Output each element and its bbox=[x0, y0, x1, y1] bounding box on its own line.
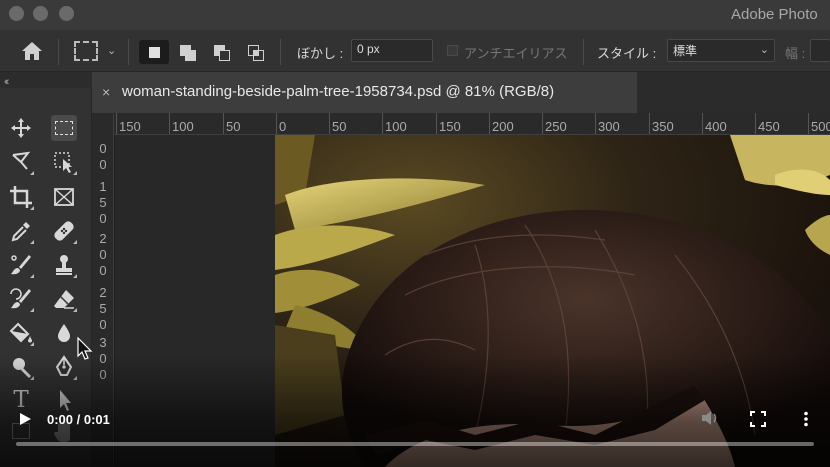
intersect-selection-button[interactable] bbox=[241, 40, 271, 64]
ruler-label: 300 bbox=[598, 119, 620, 134]
ruler-digit: 0 bbox=[99, 211, 107, 226]
ruler-label: 0 bbox=[279, 119, 287, 134]
feather-input[interactable]: 0 px bbox=[351, 39, 433, 62]
play-icon[interactable] bbox=[18, 412, 32, 426]
ruler-label: 350 bbox=[652, 119, 674, 134]
document-tab-title: woman-standing-beside-palm-tree-1958734.… bbox=[122, 83, 555, 100]
ruler-label: 150 bbox=[119, 119, 141, 134]
fullscreen-icon[interactable] bbox=[750, 411, 766, 427]
width-label: 幅 : bbox=[785, 46, 806, 61]
horizontal-ruler: 150 100 50 0 50 100 150 200 250 300 350 … bbox=[92, 113, 830, 135]
ruler-label: 150 bbox=[439, 119, 461, 134]
separator bbox=[128, 39, 129, 65]
ruler-digit: 0 bbox=[99, 247, 107, 262]
app-title: Adobe Photo bbox=[731, 6, 818, 23]
ruler-digit: 0 bbox=[99, 317, 107, 332]
antialias-label: アンチエイリアス bbox=[464, 46, 568, 61]
separator bbox=[280, 39, 281, 65]
ruler-digit: 1 bbox=[99, 179, 107, 194]
ruler-label: 50 bbox=[226, 119, 241, 134]
separator bbox=[583, 39, 584, 65]
add-to-selection-button[interactable] bbox=[173, 40, 203, 64]
width-input[interactable] bbox=[810, 39, 830, 62]
document-tab[interactable]: × woman-standing-beside-palm-tree-195873… bbox=[92, 72, 637, 113]
style-select[interactable]: 標準 ⌄ bbox=[667, 39, 775, 62]
antialias-checkbox[interactable] bbox=[447, 45, 458, 56]
video-progress-bar[interactable] bbox=[16, 442, 814, 446]
ruler-label: 500 bbox=[811, 119, 830, 134]
style-select-value: 標準 bbox=[673, 44, 698, 58]
new-selection-button[interactable] bbox=[139, 40, 169, 64]
ruler-digit: 0 bbox=[99, 157, 107, 172]
home-icon[interactable] bbox=[20, 40, 44, 62]
close-window-button[interactable] bbox=[9, 6, 24, 21]
document-tab-bar: × woman-standing-beside-palm-tree-195873… bbox=[92, 72, 830, 113]
chevron-down-icon: ⌄ bbox=[759, 44, 769, 56]
ruler-digit: 2 bbox=[99, 285, 107, 300]
ruler-digit: 0 bbox=[99, 141, 107, 156]
zoom-window-button[interactable] bbox=[59, 6, 74, 21]
separator bbox=[58, 39, 59, 65]
ruler-digit: 5 bbox=[99, 301, 107, 316]
volume-icon[interactable] bbox=[701, 410, 721, 426]
ruler-label: 200 bbox=[492, 119, 514, 134]
ruler-digit: 0 bbox=[99, 263, 107, 278]
minimize-window-button[interactable] bbox=[33, 6, 48, 21]
subtract-from-selection-button[interactable] bbox=[207, 40, 237, 64]
ruler-digit: 3 bbox=[99, 335, 107, 350]
marquee-preset-icon[interactable] bbox=[74, 41, 98, 61]
video-timecode: 0:00 / 0:01 bbox=[47, 412, 110, 427]
options-bar: ⌄ ぼかし : 0 px アンチエイリアス スタイル : 標準 ⌄ 幅 : bbox=[0, 30, 830, 72]
title-bar: Adobe Photo bbox=[0, 0, 830, 30]
chevron-down-icon[interactable]: ⌄ bbox=[107, 44, 116, 57]
ruler-label: 100 bbox=[172, 119, 194, 134]
move-tool-icon[interactable] bbox=[8, 115, 34, 141]
ruler-label: 250 bbox=[545, 119, 567, 134]
frame-tool-icon[interactable] bbox=[51, 184, 77, 210]
more-options-icon[interactable] bbox=[800, 411, 812, 427]
ruler-label: 450 bbox=[758, 119, 780, 134]
ruler-label: 50 bbox=[332, 119, 347, 134]
ruler-digit: 5 bbox=[99, 195, 107, 210]
blur-tool-icon[interactable] bbox=[51, 320, 77, 346]
ruler-label: 400 bbox=[705, 119, 727, 134]
ruler-label: 100 bbox=[385, 119, 407, 134]
rectangular-marquee-tool-icon[interactable] bbox=[51, 115, 77, 141]
close-tab-icon[interactable]: × bbox=[102, 84, 110, 100]
feather-label: ぼかし : bbox=[297, 46, 344, 61]
ruler-digit: 2 bbox=[99, 231, 107, 246]
style-label: スタイル : bbox=[597, 46, 657, 61]
collapse-panel-icon[interactable]: ‹‹ bbox=[4, 76, 10, 88]
